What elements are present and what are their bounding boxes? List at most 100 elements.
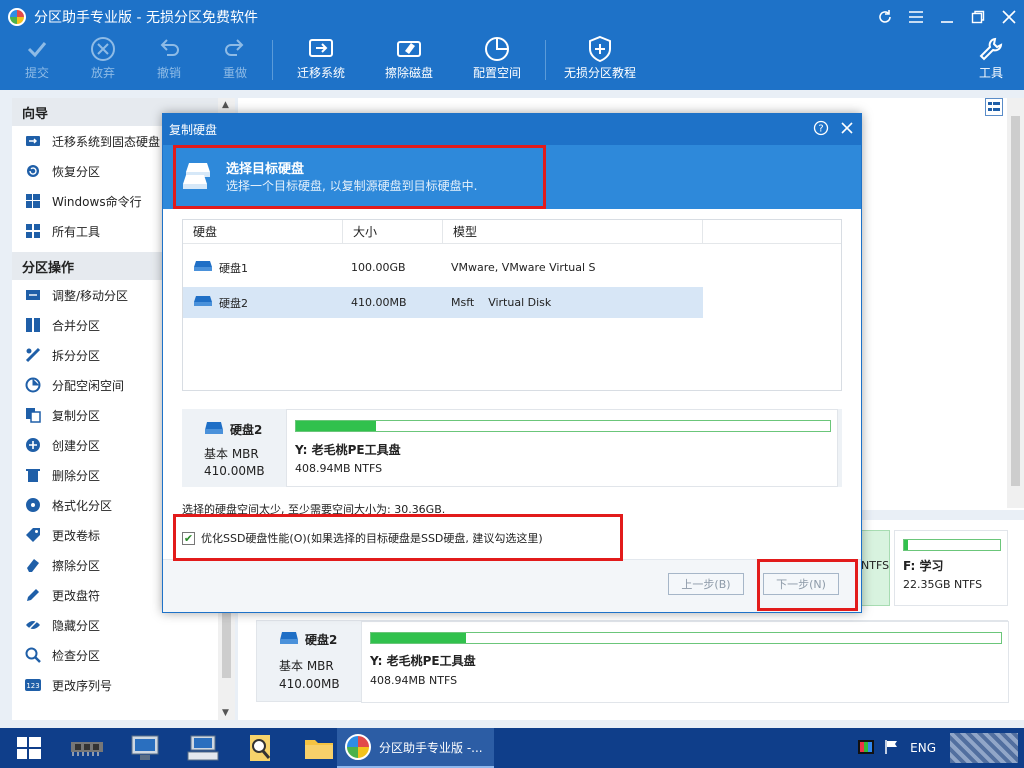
taskbar-app-computer[interactable]	[116, 728, 174, 768]
sidebar-item-hide[interactable]: 隐藏分区	[12, 610, 218, 640]
recover-partition-icon	[24, 162, 42, 180]
partition-card-partial[interactable]: NTFS	[860, 530, 890, 606]
check-icon	[23, 34, 51, 64]
column-header-size[interactable]: 大小	[343, 220, 443, 244]
summary-disk-info: 硬盘2 基本 MBR 410.00MB	[182, 409, 282, 487]
commit-button[interactable]: 提交	[4, 34, 70, 90]
table-row-disk2[interactable]: 硬盘2 410.00MB Msft Virtual Disk	[183, 287, 703, 318]
wipe-disk-label: 擦除磁盘	[384, 66, 433, 80]
migrate-system-label: 迁移系统	[296, 66, 345, 80]
redo-icon	[221, 34, 249, 64]
taskbar-app-memory[interactable]	[58, 728, 116, 768]
clock-area[interactable]	[950, 733, 1018, 763]
sidebar-item-label: 合并分区	[52, 318, 101, 333]
tutorial-label: 无损分区教程	[563, 66, 636, 80]
redo-button[interactable]: 重做	[202, 34, 268, 90]
back-button[interactable]: 上一步(B)	[668, 573, 744, 595]
background-disk2-partition[interactable]: Y: 老毛桃PE工具盘 408.94MB NTFS	[361, 621, 1009, 703]
migrate-ssd-icon	[24, 132, 42, 150]
sidebar-item-check[interactable]: 检查分区	[12, 640, 218, 670]
dialog-close-icon[interactable]	[839, 120, 855, 139]
background-disk2-size: 410.00MB	[279, 677, 340, 691]
partition-partial-size: NTFS	[861, 559, 890, 572]
view-toggle-icon[interactable]	[985, 98, 1003, 116]
allocate-space-button[interactable]: 配置空间	[453, 34, 541, 90]
pencil-icon	[24, 586, 42, 604]
color-display-icon[interactable]	[858, 739, 875, 757]
serial-icon: 123	[24, 676, 42, 694]
sidebar-item-label: Windows命令行	[52, 194, 142, 209]
migrate-system-button[interactable]: 迁移系统	[277, 34, 365, 90]
summary-disk-name: 硬盘2	[230, 423, 263, 437]
create-icon	[24, 436, 42, 454]
tutorial-button[interactable]: 无损分区教程	[550, 34, 650, 90]
disk-drive-icon	[204, 421, 224, 438]
close-button[interactable]	[993, 0, 1024, 34]
highlight-box-banner	[173, 145, 546, 209]
row-disk-model: VMware, VMware Virtual S	[451, 261, 596, 274]
column-header-model[interactable]: 模型	[443, 220, 703, 244]
undo-icon	[155, 34, 183, 64]
maximize-button[interactable]	[962, 0, 993, 34]
shield-icon	[587, 34, 613, 64]
wipe-disk-button[interactable]: 擦除磁盘	[365, 34, 453, 90]
input-language[interactable]: ENG	[910, 741, 936, 755]
sidebar-item-serial[interactable]: 123 更改序列号	[12, 670, 218, 700]
toolbar-divider	[272, 40, 273, 80]
summary-partition-size: 408.94MB NTFS	[295, 462, 383, 475]
taskbar-app-partition-assistant[interactable]: 分区助手专业版 -...	[337, 728, 494, 768]
disk-drive-icon	[279, 631, 299, 648]
partition-f-size: 22.35GB NTFS	[903, 578, 983, 591]
wrench-icon	[977, 34, 1005, 64]
sidebar-item-label: 更改序列号	[52, 678, 113, 693]
main-scroll-thumb[interactable]	[1011, 116, 1020, 486]
scroll-up-icon[interactable]: ▲	[222, 100, 229, 110]
eraser-icon	[24, 556, 42, 574]
discard-button[interactable]: 放弃	[70, 34, 136, 90]
computer-icon	[131, 735, 159, 760]
copy-icon	[24, 406, 42, 424]
hide-icon	[24, 616, 42, 634]
svg-text:123: 123	[26, 682, 39, 690]
sidebar-item-label: 所有工具	[52, 224, 101, 239]
start-button[interactable]	[0, 728, 58, 768]
allocate-space-icon	[483, 34, 511, 64]
column-header-disk[interactable]: 硬盘	[183, 220, 343, 244]
partition-f-usage-bar	[903, 539, 1001, 551]
sidebar-item-label: 调整/移动分区	[52, 288, 129, 303]
menu-icon[interactable]	[900, 0, 931, 34]
sidebar-item-label: 检查分区	[52, 648, 101, 663]
disk-drive-icon	[193, 295, 213, 310]
tools-button[interactable]: 工具	[958, 34, 1024, 90]
undo-button[interactable]: 撤销	[136, 34, 202, 90]
background-disk2-name: 硬盘2	[305, 633, 338, 647]
row-disk-size: 100.00GB	[351, 261, 406, 274]
background-disk2-row[interactable]: 硬盘2 基本 MBR 410.00MB Y: 老毛桃PE工具盘 408.94MB…	[256, 620, 1009, 703]
sidebar-item-label: 删除分区	[52, 468, 101, 483]
summary-partition[interactable]: Y: 老毛桃PE工具盘 408.94MB NTFS	[286, 409, 838, 487]
dialog-title: 复制硬盘	[169, 123, 218, 137]
flag-icon[interactable]	[884, 739, 900, 758]
main-scrollbar[interactable]	[1007, 98, 1024, 508]
windows-icon	[24, 192, 42, 210]
summary-disk-type: 基本 MBR	[204, 447, 259, 461]
minimize-button[interactable]	[931, 0, 962, 34]
scroll-down-icon[interactable]: ▼	[222, 708, 229, 718]
refresh-icon[interactable]	[869, 0, 900, 34]
sidebar-item-label: 复制分区	[52, 408, 101, 423]
app-logo-icon	[8, 8, 26, 26]
table-row-disk1[interactable]: 硬盘1 100.00GB VMware, VMware Virtual S	[183, 252, 703, 283]
partition-card-f[interactable]: F: 学习 22.35GB NTFS	[894, 530, 1008, 606]
summary-partition-name: Y: 老毛桃PE工具盘	[295, 443, 401, 457]
help-icon[interactable]: ?	[813, 120, 829, 139]
background-disk2-usage-bar	[370, 632, 1002, 644]
row-disk-name: 硬盘2	[219, 296, 248, 310]
sidebar-item-label: 分配空闲空间	[52, 378, 125, 393]
sidebar-item-label: 创建分区	[52, 438, 101, 453]
taskbar-app-keyboard[interactable]	[174, 728, 232, 768]
main-toolbar: 提交 放弃 撤销 重做 迁移系统 擦除磁盘 配置空间 无损分区教程 工具	[0, 34, 1024, 90]
taskbar: 分区助手专业版 -... ENG	[0, 728, 1024, 768]
disk-drive-icon	[193, 260, 213, 275]
taskbar-app-search[interactable]	[232, 728, 290, 768]
partition-f-name: F: 学习	[903, 559, 944, 573]
